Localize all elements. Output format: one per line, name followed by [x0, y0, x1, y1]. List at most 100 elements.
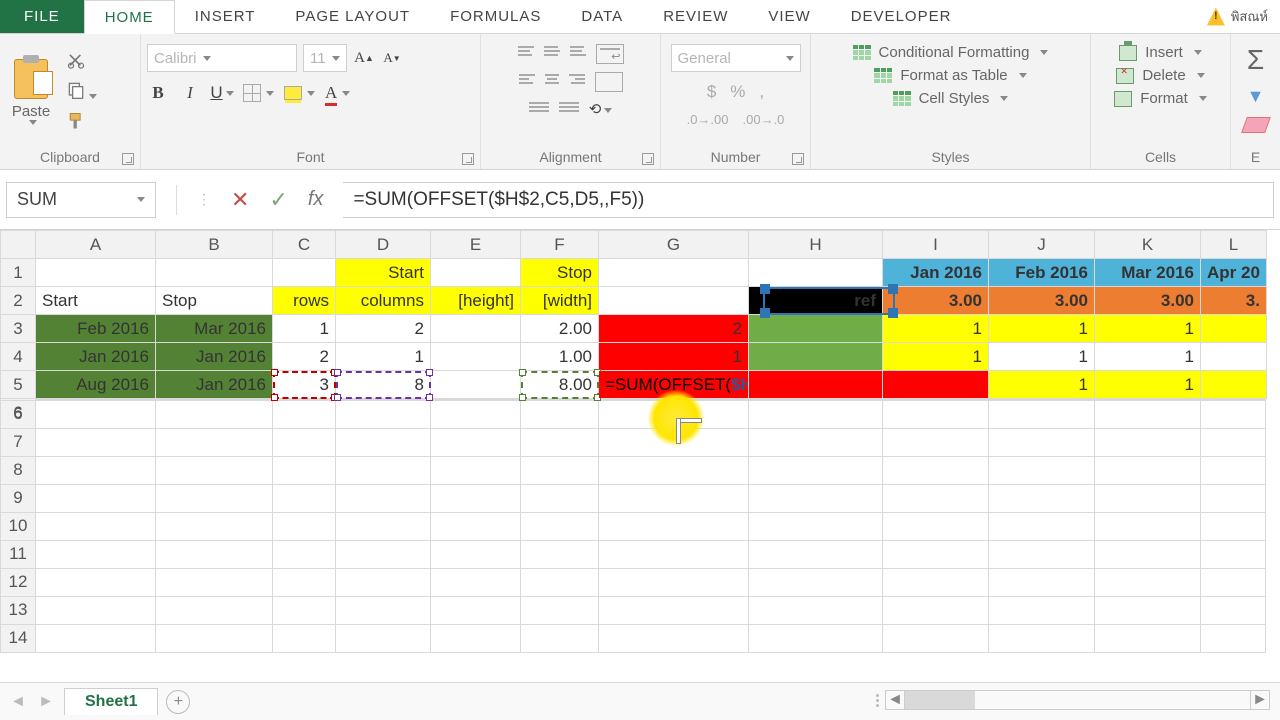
cell[interactable] [599, 512, 749, 540]
cell[interactable] [156, 512, 273, 540]
cell[interactable] [521, 568, 599, 596]
cell[interactable] [1201, 568, 1266, 596]
col-header-H[interactable]: H [749, 231, 883, 259]
percent-format-button[interactable]: % [730, 82, 745, 102]
alignment-dialog-launcher[interactable] [642, 153, 654, 165]
cell[interactable] [749, 428, 883, 456]
row-header-6[interactable]: 6 [1, 400, 36, 428]
name-box-expand[interactable]: ⋮ [197, 191, 211, 208]
cell[interactable]: Start [36, 287, 156, 315]
cell[interactable] [599, 259, 749, 287]
cell[interactable]: Jan 2016 [883, 259, 989, 287]
bold-button[interactable]: B [147, 82, 169, 104]
decrease-decimal-button[interactable]: .00→.0 [743, 112, 785, 127]
cell[interactable] [156, 428, 273, 456]
name-box[interactable]: SUM [6, 182, 156, 218]
row-header-12[interactable]: 12 [1, 568, 36, 596]
cell[interactable]: 1.00 [521, 343, 599, 371]
cell[interactable] [599, 456, 749, 484]
cell[interactable] [273, 428, 336, 456]
cell[interactable]: Stop [156, 287, 273, 315]
add-sheet-button[interactable]: + [166, 690, 190, 714]
cell[interactable] [156, 456, 273, 484]
cell[interactable] [1095, 568, 1201, 596]
cell[interactable]: 2.00 [521, 315, 599, 343]
tab-file[interactable]: FILE [0, 0, 84, 33]
fill-color-button[interactable] [284, 86, 315, 100]
col-header-E[interactable]: E [431, 231, 521, 259]
align-top-button[interactable] [518, 44, 534, 64]
cell[interactable]: 1 [599, 343, 749, 371]
row-header-1[interactable]: 1 [1, 259, 36, 287]
cell[interactable] [521, 624, 599, 652]
col-header-C[interactable]: C [273, 231, 336, 259]
hscroll-left[interactable]: ◄ [885, 690, 905, 710]
row-header-13[interactable]: 13 [1, 596, 36, 624]
cell[interactable] [1201, 456, 1266, 484]
tab-formulas[interactable]: FORMULAS [430, 0, 561, 33]
format-cells-button[interactable]: Format [1114, 90, 1207, 107]
cell[interactable]: 1 [883, 343, 989, 371]
cell[interactable] [431, 568, 521, 596]
cell[interactable] [156, 540, 273, 568]
cell[interactable] [273, 259, 336, 287]
cell[interactable] [521, 596, 599, 624]
sheet-tab-active[interactable]: Sheet1 [64, 688, 158, 715]
cell[interactable] [431, 512, 521, 540]
cell[interactable]: 1 [1095, 315, 1201, 343]
cell[interactable]: Jan 2016 [156, 343, 273, 371]
cell[interactable] [336, 484, 431, 512]
cell-styles-button[interactable]: Cell Styles [893, 90, 1009, 107]
cell[interactable] [273, 456, 336, 484]
cell[interactable] [883, 568, 989, 596]
cell[interactable] [989, 624, 1095, 652]
cell[interactable]: 1 [1095, 343, 1201, 371]
cell[interactable]: 3.00 [1095, 287, 1201, 315]
cell[interactable] [1095, 540, 1201, 568]
tab-insert[interactable]: INSERT [175, 0, 276, 33]
formula-bar-input[interactable]: =SUM(OFFSET($H$2,C5,D5,,F5)) [343, 182, 1274, 218]
cell[interactable]: columns [336, 287, 431, 315]
cell[interactable]: rows [273, 287, 336, 315]
cell[interactable] [156, 568, 273, 596]
align-middle-button[interactable] [544, 44, 560, 64]
cell[interactable] [1201, 400, 1266, 428]
cut-button[interactable] [66, 49, 97, 72]
fill-button[interactable]: ▼ [1247, 86, 1265, 107]
cell[interactable] [336, 428, 431, 456]
cell[interactable] [336, 456, 431, 484]
cell[interactable] [521, 428, 599, 456]
cell[interactable] [599, 568, 749, 596]
cell[interactable] [749, 259, 883, 287]
cell[interactable] [431, 596, 521, 624]
row-header-7[interactable]: 7 [1, 428, 36, 456]
cell[interactable] [989, 400, 1095, 428]
cell[interactable] [989, 428, 1095, 456]
cell[interactable] [1201, 484, 1266, 512]
hscroll-right[interactable]: ► [1250, 690, 1270, 710]
cell[interactable] [156, 484, 273, 512]
cell[interactable] [273, 624, 336, 652]
cell[interactable] [1095, 484, 1201, 512]
cell[interactable]: 2 [273, 343, 336, 371]
cell[interactable] [521, 484, 599, 512]
increase-font-button[interactable]: A▲ [353, 47, 375, 69]
cell[interactable] [749, 540, 883, 568]
format-as-table-button[interactable]: Format as Table [874, 67, 1026, 84]
clear-button[interactable] [1241, 117, 1271, 133]
select-all-corner[interactable] [1, 231, 36, 259]
cell[interactable] [521, 512, 599, 540]
copy-button[interactable] [66, 80, 97, 103]
font-color-button[interactable]: A [325, 83, 350, 103]
cell[interactable] [1201, 315, 1267, 343]
cell[interactable] [599, 484, 749, 512]
decrease-indent-button[interactable] [529, 100, 549, 116]
cell[interactable] [989, 456, 1095, 484]
cell[interactable] [431, 259, 521, 287]
horizontal-scrollbar[interactable]: ◄ ► [870, 689, 1270, 711]
row-header-5[interactable]: 5 [1, 371, 36, 399]
format-painter-button[interactable] [66, 111, 97, 134]
col-header-J[interactable]: J [989, 231, 1095, 259]
cell[interactable] [36, 624, 156, 652]
tab-page-layout[interactable]: PAGE LAYOUT [275, 0, 430, 33]
